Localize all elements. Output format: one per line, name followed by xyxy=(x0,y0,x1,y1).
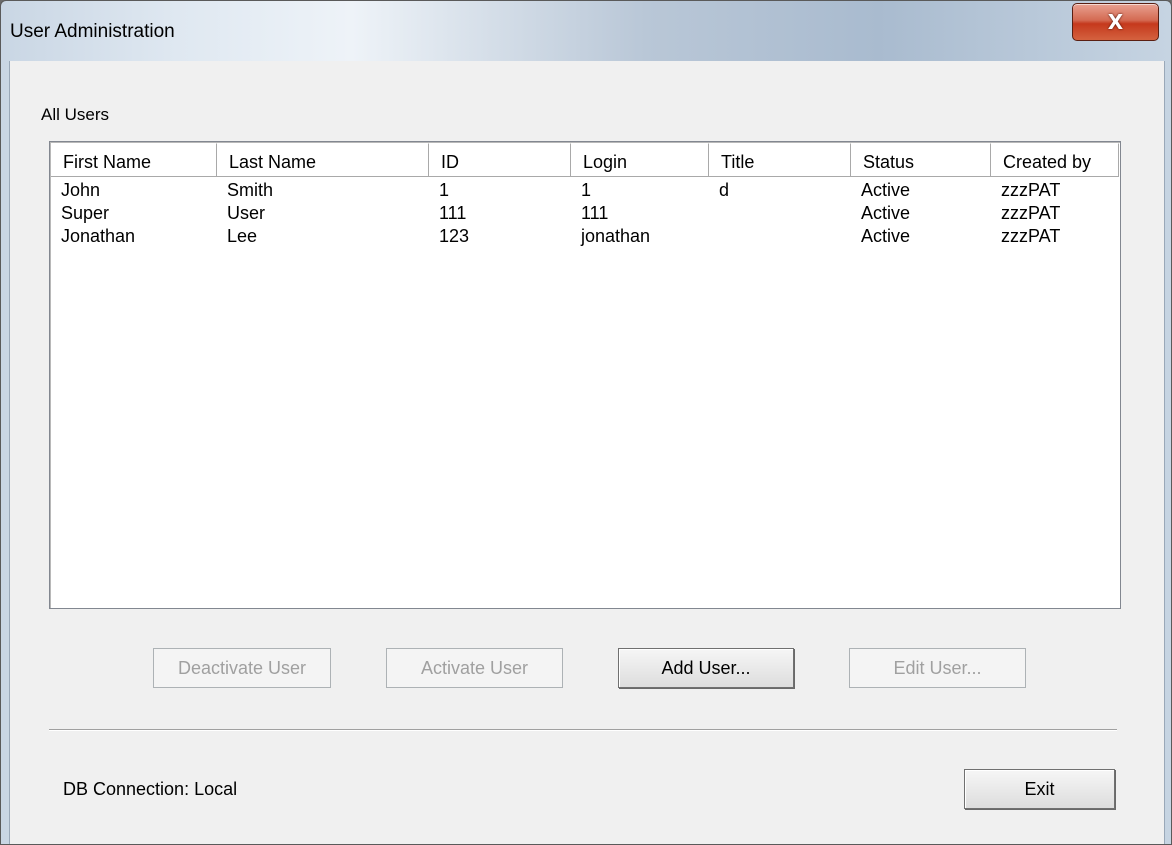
edit-user-button[interactable]: Edit User... xyxy=(849,648,1026,688)
column-header-id[interactable]: ID xyxy=(429,143,571,177)
window-title: User Administration xyxy=(10,21,175,42)
db-connection-status: DB Connection: Local xyxy=(63,779,238,799)
column-header-status[interactable]: Status xyxy=(851,143,991,177)
cell-created-by: zzzPAT xyxy=(1001,226,1061,246)
add-user-button[interactable]: Add User... xyxy=(618,648,794,688)
cell-last-name: Smith xyxy=(227,180,274,200)
activate-user-button[interactable]: Activate User xyxy=(386,648,563,688)
cell-title xyxy=(709,202,851,225)
title-bar[interactable]: User Administration X xyxy=(1,1,1171,61)
users-list-view[interactable]: First Name Last Name ID Login Title Stat… xyxy=(49,141,1121,609)
cell-title: d xyxy=(719,180,730,200)
table-row[interactable]: Super User 111 111 Active zzzPAT xyxy=(51,202,1119,225)
divider xyxy=(49,729,1117,731)
user-administration-window: User Administration X All Users First Na… xyxy=(0,0,1172,845)
cell-id: 111 xyxy=(439,203,467,223)
cell-first-name: Jonathan xyxy=(61,226,136,246)
cell-last-name: Lee xyxy=(227,226,258,246)
cell-created-by: zzzPAT xyxy=(1001,203,1061,223)
table-row[interactable]: Jonathan Lee 123 jonathan Active zzzPAT xyxy=(51,225,1119,248)
column-header-last-name[interactable]: Last Name xyxy=(217,143,429,177)
column-header-login[interactable]: Login xyxy=(571,143,709,177)
cell-login: 111 xyxy=(581,203,609,223)
close-icon: X xyxy=(1107,10,1124,34)
deactivate-user-button[interactable]: Deactivate User xyxy=(153,648,331,688)
all-users-label: All Users xyxy=(41,105,110,124)
cell-last-name: User xyxy=(227,203,266,223)
column-header-created-by[interactable]: Created by xyxy=(991,143,1119,177)
cell-login: jonathan xyxy=(581,226,651,246)
table-row[interactable]: John Smith 1 1 d Active zzzPAT xyxy=(51,179,1119,202)
cell-id: 1 xyxy=(439,180,450,200)
cell-first-name: John xyxy=(61,180,101,200)
column-headers: First Name Last Name ID Login Title Stat… xyxy=(51,143,1119,177)
exit-button[interactable]: Exit xyxy=(964,769,1115,809)
column-header-first-name[interactable]: First Name xyxy=(51,143,217,177)
cell-id: 123 xyxy=(439,226,470,246)
column-header-title[interactable]: Title xyxy=(709,143,851,177)
close-button[interactable]: X xyxy=(1072,3,1159,41)
cell-login: 1 xyxy=(581,180,592,200)
cell-first-name: Super xyxy=(61,203,110,223)
cell-status: Active xyxy=(861,203,911,223)
cell-status: Active xyxy=(861,226,911,246)
cell-status: Active xyxy=(861,180,911,200)
cell-title xyxy=(709,225,851,248)
cell-created-by: zzzPAT xyxy=(1001,180,1061,200)
table-rows: John Smith 1 1 d Active zzzPAT Super Use… xyxy=(51,179,1119,248)
